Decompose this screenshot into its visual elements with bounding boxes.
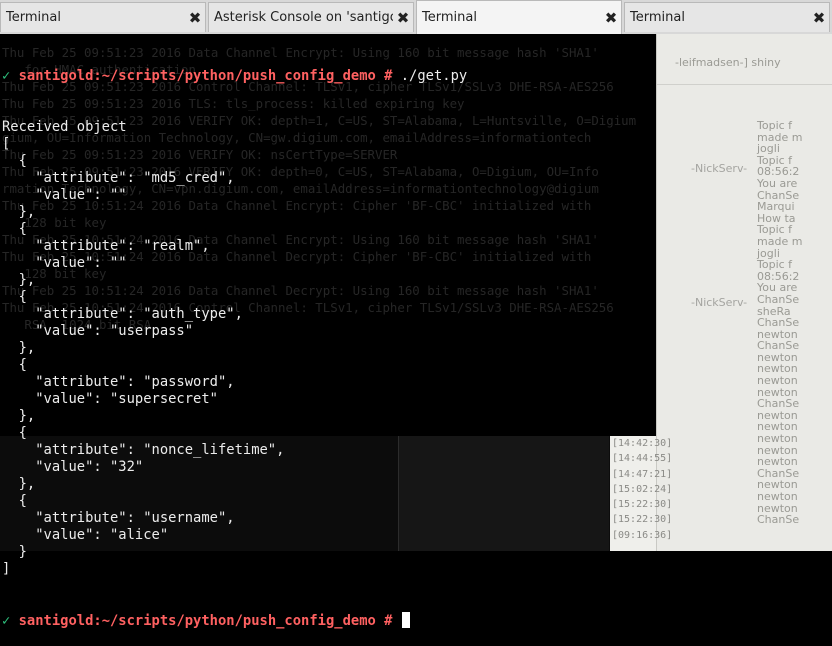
output-line: "attribute": "username",: [2, 510, 235, 526]
output-line: },: [2, 204, 36, 220]
output-line: }: [2, 544, 27, 560]
output-line: [: [2, 136, 11, 152]
tab-label: Asterisk Console on 'santigol: [214, 10, 393, 25]
shell-prompt: santigold:~/scripts/python/push_config_d…: [18, 613, 393, 629]
output-line: "value": "32": [2, 459, 144, 475]
output-line: "attribute": "realm",: [2, 238, 210, 254]
output-line: "value": "": [2, 187, 127, 203]
tab-label: Terminal: [422, 10, 477, 25]
output-line: "attribute": "password",: [2, 374, 235, 390]
output-line: "attribute": "md5_cred",: [2, 170, 235, 186]
output-line: "value": "alice": [2, 527, 169, 543]
output-line: },: [2, 340, 36, 356]
output-line: },: [2, 408, 36, 424]
output-line: "value": "userpass": [2, 323, 194, 339]
output-line: {: [2, 493, 27, 509]
tab-asterisk-console[interactable]: Asterisk Console on 'santigol ✖: [208, 2, 414, 32]
tab-terminal-1[interactable]: Terminal ✖: [0, 2, 206, 32]
output-block: Received object[ { "attribute": "md5_cre…: [2, 119, 830, 578]
tab-label: Terminal: [630, 10, 685, 25]
output-line: },: [2, 272, 36, 288]
close-icon[interactable]: ✖: [809, 9, 829, 27]
close-icon[interactable]: ✖: [185, 9, 205, 27]
close-icon[interactable]: ✖: [393, 9, 413, 27]
prompt-check-icon: ✓: [2, 68, 11, 84]
text-cursor[interactable]: [401, 612, 410, 628]
output-line: "value": "": [2, 255, 127, 271]
prompt-check-icon: ✓: [2, 613, 11, 629]
output-line: {: [2, 289, 27, 305]
close-icon[interactable]: ✖: [601, 9, 621, 27]
output-line: Received object: [2, 119, 127, 135]
output-line: },: [2, 476, 36, 492]
input-line[interactable]: ✓ santigold:~/scripts/python/push_config…: [2, 612, 830, 629]
command-line: ✓ santigold:~/scripts/python/push_config…: [2, 68, 830, 85]
tab-terminal-4[interactable]: Terminal ✖: [624, 2, 830, 32]
output-line: {: [2, 153, 27, 169]
tab-label: Terminal: [6, 10, 61, 25]
output-line: "attribute": "nonce_lifetime",: [2, 442, 285, 458]
output-line: "value": "supersecret": [2, 391, 218, 407]
shell-prompt: santigold:~/scripts/python/push_config_d…: [18, 68, 393, 84]
terminal-output[interactable]: ✓ santigold:~/scripts/python/push_config…: [2, 34, 830, 646]
output-line: {: [2, 425, 27, 441]
output-line: {: [2, 357, 27, 373]
output-line: "attribute": "auth_type",: [2, 306, 243, 322]
output-line: {: [2, 221, 27, 237]
tab-terminal-active[interactable]: Terminal ✖: [416, 0, 622, 34]
output-line: ]: [2, 561, 11, 577]
command-text: ./get.py: [400, 68, 468, 84]
tab-bar: Terminal ✖ Asterisk Console on 'santigol…: [0, 0, 832, 34]
